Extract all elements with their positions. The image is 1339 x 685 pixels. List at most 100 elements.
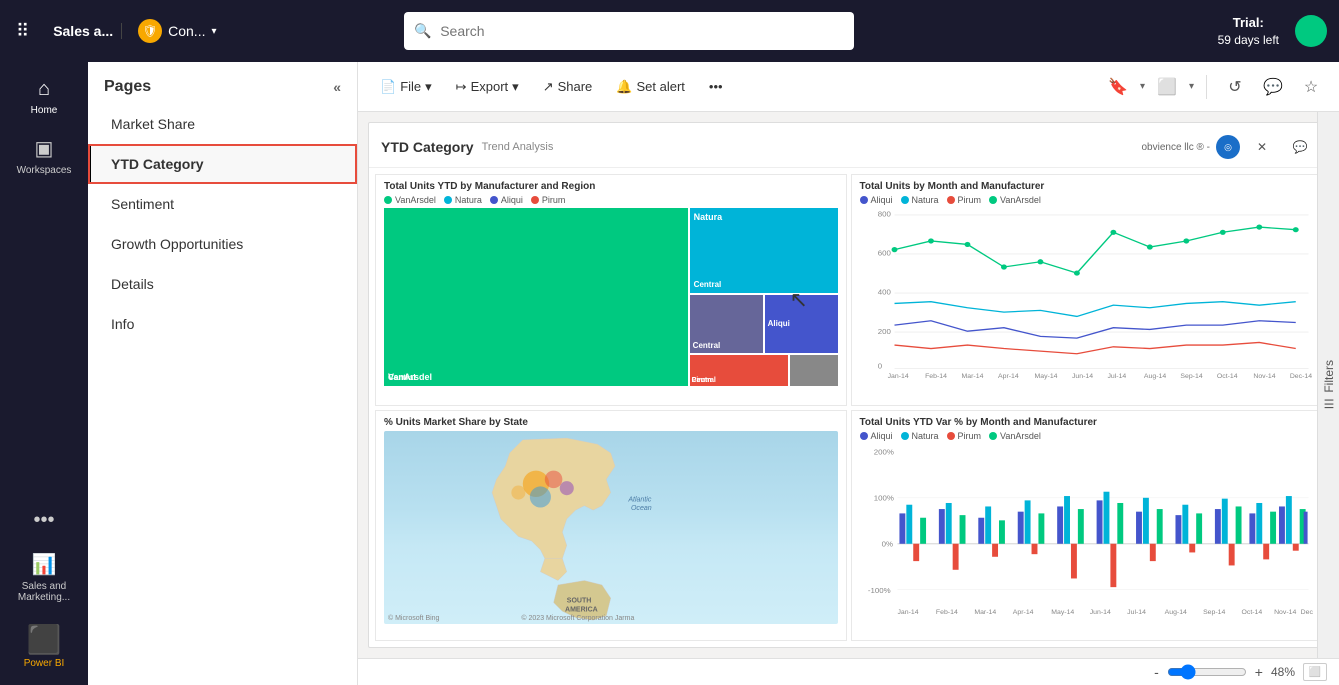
treemap-legend: VanArsdel Natura Aliqui <box>384 195 838 205</box>
comment-button[interactable]: 💬 <box>1257 71 1289 103</box>
file-button[interactable]: 📄 File ▾ <box>370 73 442 101</box>
lc-dot-aliqui <box>860 196 868 204</box>
report-header-right: obvience llc ® - ◎ ✕ 💬 <box>1141 131 1316 163</box>
zoom-bar: - + 48% ⬜ <box>358 658 1339 685</box>
legend-label-natura: Natura <box>455 195 482 205</box>
workspaces-icon: ▣ <box>35 136 54 161</box>
nav-more-icon[interactable]: ••• <box>25 501 62 540</box>
legend-aliqui: Aliqui <box>490 195 523 205</box>
sidebar-collapse-icon[interactable]: « <box>333 79 341 95</box>
nav-sales-label: Sales and Marketing... <box>8 581 80 603</box>
barchart-title: Total Units YTD Var % by Month and Manuf… <box>860 417 1314 428</box>
legend-dot-vanarsdel <box>384 196 392 204</box>
svg-text:Dec-14: Dec-14 <box>1300 609 1313 616</box>
search-input[interactable] <box>404 12 854 50</box>
treemap-panel: Total Units YTD by Manufacturer and Regi… <box>375 174 847 406</box>
legend-label-vanarsdel: VanArsdel <box>395 195 436 205</box>
svg-text:Oct-14: Oct-14 <box>1241 609 1262 616</box>
treemap-cell-central[interactable]: Central <box>690 295 763 353</box>
zoom-minus-button[interactable]: - <box>1154 664 1159 680</box>
treemap-cell-vanarsdel[interactable]: VanArsdel Central <box>384 208 688 386</box>
bookmark-button[interactable]: 🔖 <box>1102 71 1134 103</box>
star-button[interactable]: ☆ <box>1295 71 1327 103</box>
nav-workspaces-label: Workspaces <box>17 165 72 176</box>
sidebar-item-market-share[interactable]: Market Share <box>88 104 357 144</box>
set-alert-label: Set alert <box>636 79 684 94</box>
barchart-svg: 200% 100% 0% -100% <box>860 444 1314 618</box>
svg-text:Jul-14: Jul-14 <box>1107 373 1126 380</box>
nav-item-workspaces[interactable]: ▣ Workspaces <box>4 128 84 184</box>
comment-header-icon[interactable]: 💬 <box>1284 131 1316 163</box>
avatar[interactable] <box>1295 15 1327 47</box>
svg-text:Nov-14: Nov-14 <box>1274 609 1297 616</box>
sales-icon: 📊 <box>32 552 57 577</box>
treemap-cell-natura[interactable]: Natura Central <box>690 208 838 293</box>
main-area: 📄 File ▾ ↦ Export ▾ ↗ Share 🔔 Set alert … <box>358 62 1339 685</box>
file-chevron: ▾ <box>425 79 432 95</box>
sidebar-item-info[interactable]: Info <box>88 304 357 344</box>
close-header-icon[interactable]: ✕ <box>1246 131 1278 163</box>
bc-legend-aliqui: Aliqui <box>860 431 893 441</box>
svg-text:Nov-14: Nov-14 <box>1253 373 1276 380</box>
treemap-visual[interactable]: VanArsdel Central Natura Central <box>384 208 838 386</box>
legend-label-pirum: Pirum <box>542 195 566 205</box>
nav-item-home[interactable]: ⌂ Home <box>4 70 84 124</box>
sidebar-pages-list: Market Share YTD Category Sentiment Grow… <box>88 104 357 344</box>
trial-info: Trial: 59 days left <box>1218 14 1279 49</box>
zoom-fit-button[interactable]: ⬜ <box>1303 663 1327 681</box>
svg-text:Atlantic: Atlantic <box>627 496 651 503</box>
main-layout: ⌂ Home ▣ Workspaces ••• 📊 Sales and Mark… <box>0 62 1339 685</box>
legend-natura: Natura <box>444 195 482 205</box>
zoom-plus-button[interactable]: + <box>1255 664 1263 680</box>
powerbi-logo: ⬛ Power BI <box>16 615 73 677</box>
sidebar-item-details[interactable]: Details <box>88 264 357 304</box>
trial-label: Trial: <box>1218 14 1279 32</box>
lc-dot-natura <box>901 196 909 204</box>
zoom-slider[interactable] <box>1167 664 1247 680</box>
svg-text:Jun-14: Jun-14 <box>1071 373 1093 380</box>
lc-dot-vanarsdel <box>989 196 997 204</box>
lc-dot-pirum <box>947 196 955 204</box>
barchart-visual[interactable]: 200% 100% 0% -100% <box>860 444 1314 618</box>
refresh-button[interactable]: ↺ <box>1219 71 1251 103</box>
export-button[interactable]: ↦ Export ▾ <box>446 73 529 101</box>
sidebar-item-ytd-category[interactable]: YTD Category <box>88 144 357 184</box>
treemap-cell-pirum[interactable]: Pirum Central <box>690 355 789 386</box>
report-canvas: YTD Category Trend Analysis obvience llc… <box>368 122 1329 648</box>
svg-text:Mar-14: Mar-14 <box>974 609 996 616</box>
more-options-button[interactable]: ••• <box>699 73 733 100</box>
filters-label[interactable]: ☰ Filters <box>1322 360 1336 411</box>
more-icon: ••• <box>709 79 723 94</box>
nav-item-sales[interactable]: 📊 Sales and Marketing... <box>4 544 84 611</box>
grid-icon[interactable]: ⠿ <box>12 17 33 46</box>
file-icon: 📄 <box>380 79 396 95</box>
set-alert-button[interactable]: 🔔 Set alert <box>606 73 695 101</box>
brand-circle: ◎ <box>1216 135 1240 159</box>
bc-legend-natura: Natura <box>901 431 939 441</box>
sidebar-item-growth-opportunities[interactable]: Growth Opportunities <box>88 224 357 264</box>
bc-dot-vanarsdel <box>989 432 997 440</box>
svg-text:200: 200 <box>877 327 890 335</box>
treemap-cell-extra[interactable] <box>790 355 837 386</box>
workspace-selector[interactable]: 🛡 Con... ▾ <box>138 19 216 43</box>
home-icon: ⌂ <box>38 78 50 101</box>
svg-text:Aug-14: Aug-14 <box>1143 373 1166 380</box>
map-visual[interactable]: Atlantic Ocean SOUTH AMERICA © Microsoft… <box>384 431 838 625</box>
bc-legend-pirum: Pirum <box>947 431 982 441</box>
linechart-title: Total Units by Month and Manufacturer <box>860 181 1314 192</box>
legend-pirum: Pirum <box>531 195 566 205</box>
svg-text:Feb-14: Feb-14 <box>925 373 947 380</box>
sidebar-item-sentiment[interactable]: Sentiment <box>88 184 357 224</box>
svg-text:Dec-14: Dec-14 <box>1289 373 1312 380</box>
legend-label-aliqui: Aliqui <box>501 195 523 205</box>
treemap-cell-aliqui[interactable]: Aliqui <box>765 295 838 353</box>
svg-text:Feb-14: Feb-14 <box>935 609 957 616</box>
export-chevron: ▾ <box>512 79 519 95</box>
linechart-visual[interactable]: 800 600 400 200 0 <box>860 208 1314 382</box>
svg-text:Sep-14: Sep-14 <box>1203 609 1226 616</box>
filters-panel[interactable]: ☰ Filters <box>1317 112 1339 658</box>
view-button[interactable]: ⬜ <box>1151 71 1183 103</box>
svg-text:Oct-14: Oct-14 <box>1216 373 1237 380</box>
share-button[interactable]: ↗ Share <box>533 73 603 101</box>
svg-text:200%: 200% <box>873 447 894 455</box>
